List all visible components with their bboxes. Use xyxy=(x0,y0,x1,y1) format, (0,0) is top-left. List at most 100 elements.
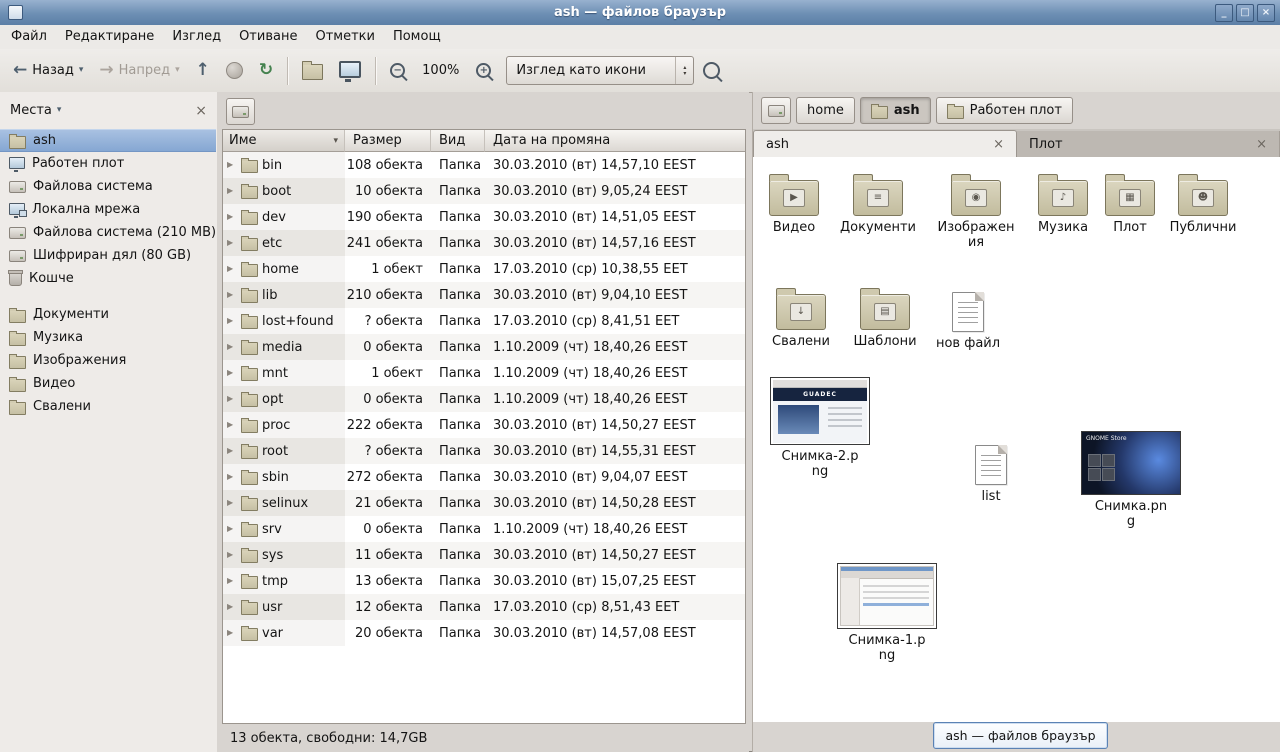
sidebar-item-Локална мрежа[interactable]: Локална мрежа xyxy=(0,198,216,221)
cell-date: 30.03.2010 (вт) 14,50,28 EEST xyxy=(485,490,745,516)
zoom-level[interactable]: 100% xyxy=(414,63,467,78)
menu-Отиване[interactable]: Отиване xyxy=(230,25,306,49)
file-row-lib[interactable]: ▶lib210 обектаПапка30.03.2010 (вт) 9,04,… xyxy=(223,282,745,308)
zoom-in-button[interactable]: + xyxy=(469,54,498,88)
expander-icon[interactable]: ▶ xyxy=(227,161,237,169)
computer-button[interactable] xyxy=(332,54,368,88)
file-row-proc[interactable]: ▶proc222 обектаПапка30.03.2010 (вт) 14,5… xyxy=(223,412,745,438)
titlebar[interactable]: ash — файлов браузър _ □ × xyxy=(0,0,1280,25)
path-root-button[interactable] xyxy=(761,97,791,124)
menu-Редактиране[interactable]: Редактиране xyxy=(56,25,163,49)
sidebar-item-ash[interactable]: ash xyxy=(0,129,216,152)
path-button-Работен плот[interactable]: Работен плот xyxy=(936,97,1073,124)
file-row-media[interactable]: ▶media0 обектаПапка1.10.2009 (чт) 18,40,… xyxy=(223,334,745,360)
column-header-Размер[interactable]: Размер xyxy=(345,130,431,152)
back-history-chevron-icon[interactable]: ▾ xyxy=(79,66,84,75)
file-row-tmp[interactable]: ▶tmp13 обектаПапка30.03.2010 (вт) 15,07,… xyxy=(223,568,745,594)
expander-icon[interactable]: ▶ xyxy=(227,239,237,247)
places-chevron-icon[interactable]: ▾ xyxy=(57,106,62,115)
icon-view[interactable]: ▶Видео≡Документи◉Изображения♪Музика▦Плот… xyxy=(753,157,1280,722)
home-button[interactable] xyxy=(295,54,330,88)
icon-item-Изображения[interactable]: ◉Изображения xyxy=(926,171,1026,250)
file-row-home[interactable]: ▶home1 обектПапка17.03.2010 (ср) 10,38,5… xyxy=(223,256,745,282)
stop-button[interactable] xyxy=(219,54,250,88)
sidebar-item-Кошче[interactable]: Кошче xyxy=(0,267,216,290)
tab-ash[interactable]: ash× xyxy=(753,130,1017,158)
pane-location-button[interactable] xyxy=(226,98,255,125)
sidebar-item-Файлова система[interactable]: Файлова система xyxy=(0,175,216,198)
file-row-opt[interactable]: ▶opt0 обектаПапка1.10.2009 (чт) 18,40,26… xyxy=(223,386,745,412)
expander-icon[interactable]: ▶ xyxy=(227,551,237,559)
file-row-sbin[interactable]: ▶sbin272 обектаПапка30.03.2010 (вт) 9,04… xyxy=(223,464,745,490)
reload-button[interactable]: ↻ xyxy=(252,54,280,88)
expander-icon[interactable]: ▶ xyxy=(227,421,237,429)
file-row-root[interactable]: ▶root? обектаПапка30.03.2010 (вт) 14,55,… xyxy=(223,438,745,464)
sidebar-item-Работен плот[interactable]: Работен плот xyxy=(0,152,216,175)
menu-Помощ[interactable]: Помощ xyxy=(384,25,450,49)
icon-item-Снимка-2.png[interactable]: GUADECСнимка-2.png xyxy=(770,377,870,479)
sidebar-item-Документи[interactable]: Документи xyxy=(0,303,216,326)
file-row-selinux[interactable]: ▶selinux21 обектаПапка30.03.2010 (вт) 14… xyxy=(223,490,745,516)
column-header-Вид[interactable]: Вид xyxy=(431,130,485,152)
menu-Изглед[interactable]: Изглед xyxy=(163,25,230,49)
up-button[interactable]: ↑ xyxy=(189,54,217,88)
path-button-ash[interactable]: ash xyxy=(860,97,931,124)
file-row-bin[interactable]: ▶bin108 обектаПапка30.03.2010 (вт) 14,57… xyxy=(223,152,745,178)
expander-icon[interactable]: ▶ xyxy=(227,395,237,403)
column-header-Име[interactable]: Име▾ xyxy=(223,130,345,152)
close-button[interactable]: × xyxy=(1257,4,1275,22)
file-row-var[interactable]: ▶var20 обектаПапка30.03.2010 (вт) 14,57,… xyxy=(223,620,745,646)
expander-icon[interactable]: ▶ xyxy=(227,603,237,611)
sidebar-item-Файлова система (210 MB)[interactable]: Файлова система (210 MB) xyxy=(0,221,216,244)
forward-button[interactable]: → Напред ▾ xyxy=(92,54,186,88)
places-title[interactable]: Места xyxy=(10,103,52,118)
tab-close-icon[interactable]: × xyxy=(993,138,1004,151)
expander-icon[interactable]: ▶ xyxy=(227,187,237,195)
file-row-lost+found[interactable]: ▶lost+found? обектаПапка17.03.2010 (ср) … xyxy=(223,308,745,334)
tab-close-icon[interactable]: × xyxy=(1256,138,1267,151)
sidebar-item-Видео[interactable]: Видео xyxy=(0,372,216,395)
expander-icon[interactable]: ▶ xyxy=(227,499,237,507)
menu-Отметки[interactable]: Отметки xyxy=(306,25,383,49)
sidebar-close-icon[interactable]: × xyxy=(195,103,207,119)
maximize-button[interactable]: □ xyxy=(1236,4,1254,22)
column-header-Дата на промяна[interactable]: Дата на промяна xyxy=(485,130,745,152)
tab-Плот[interactable]: Плот× xyxy=(1017,131,1280,157)
file-row-sys[interactable]: ▶sys11 обектаПапка30.03.2010 (вт) 14,50,… xyxy=(223,542,745,568)
expander-icon[interactable]: ▶ xyxy=(227,525,237,533)
expander-icon[interactable]: ▶ xyxy=(227,265,237,273)
file-row-etc[interactable]: ▶etc241 обектаПапка30.03.2010 (вт) 14,57… xyxy=(223,230,745,256)
expander-icon[interactable]: ▶ xyxy=(227,291,237,299)
sidebar-item-Свалени[interactable]: Свалени xyxy=(0,395,216,418)
icon-item-Публични[interactable]: ☻Публични xyxy=(1153,171,1253,235)
minimize-button[interactable]: _ xyxy=(1215,4,1233,22)
expander-icon[interactable]: ▶ xyxy=(227,317,237,325)
icon-item-Документи[interactable]: ≡Документи xyxy=(828,171,928,235)
icon-item-Снимка.png[interactable]: GNOME StoreСнимка.png xyxy=(1081,431,1181,529)
file-row-dev[interactable]: ▶dev190 обектаПапка30.03.2010 (вт) 14,51… xyxy=(223,204,745,230)
expander-icon[interactable]: ▶ xyxy=(227,629,237,637)
expander-icon[interactable]: ▶ xyxy=(227,369,237,377)
zoom-out-button[interactable]: − xyxy=(383,54,412,88)
sidebar-item-Изображения[interactable]: Изображения xyxy=(0,349,216,372)
sidebar-item-Музика[interactable]: Музика xyxy=(0,326,216,349)
expander-icon[interactable]: ▶ xyxy=(227,343,237,351)
icon-item-Снимка-1.png[interactable]: Снимка-1.png xyxy=(837,563,937,663)
expander-icon[interactable]: ▶ xyxy=(227,213,237,221)
search-button[interactable] xyxy=(696,54,727,88)
expander-icon[interactable]: ▶ xyxy=(227,447,237,455)
icon-item-list[interactable]: list xyxy=(941,441,1041,504)
icon-item-нов файл[interactable]: нов файл xyxy=(918,288,1018,351)
file-row-boot[interactable]: ▶boot10 обектаПапка30.03.2010 (вт) 9,05,… xyxy=(223,178,745,204)
sidebar-item-Шифриран дял (80 GB)[interactable]: Шифриран дял (80 GB) xyxy=(0,244,216,267)
file-row-srv[interactable]: ▶srv0 обектаПапка1.10.2009 (чт) 18,40,26… xyxy=(223,516,745,542)
view-mode-select[interactable]: Изглед като икони ▴▾ xyxy=(506,56,694,85)
file-row-usr[interactable]: ▶usr12 обектаПапка17.03.2010 (ср) 8,51,4… xyxy=(223,594,745,620)
path-button-home[interactable]: home xyxy=(796,97,855,124)
menu-Файл[interactable]: Файл xyxy=(2,25,56,49)
expander-icon[interactable]: ▶ xyxy=(227,577,237,585)
taskbar-window-button[interactable]: ash — файлов браузър xyxy=(933,722,1108,749)
file-row-mnt[interactable]: ▶mnt1 обектПапка1.10.2009 (чт) 18,40,26 … xyxy=(223,360,745,386)
expander-icon[interactable]: ▶ xyxy=(227,473,237,481)
back-button[interactable]: ← Назад ▾ xyxy=(6,54,90,88)
